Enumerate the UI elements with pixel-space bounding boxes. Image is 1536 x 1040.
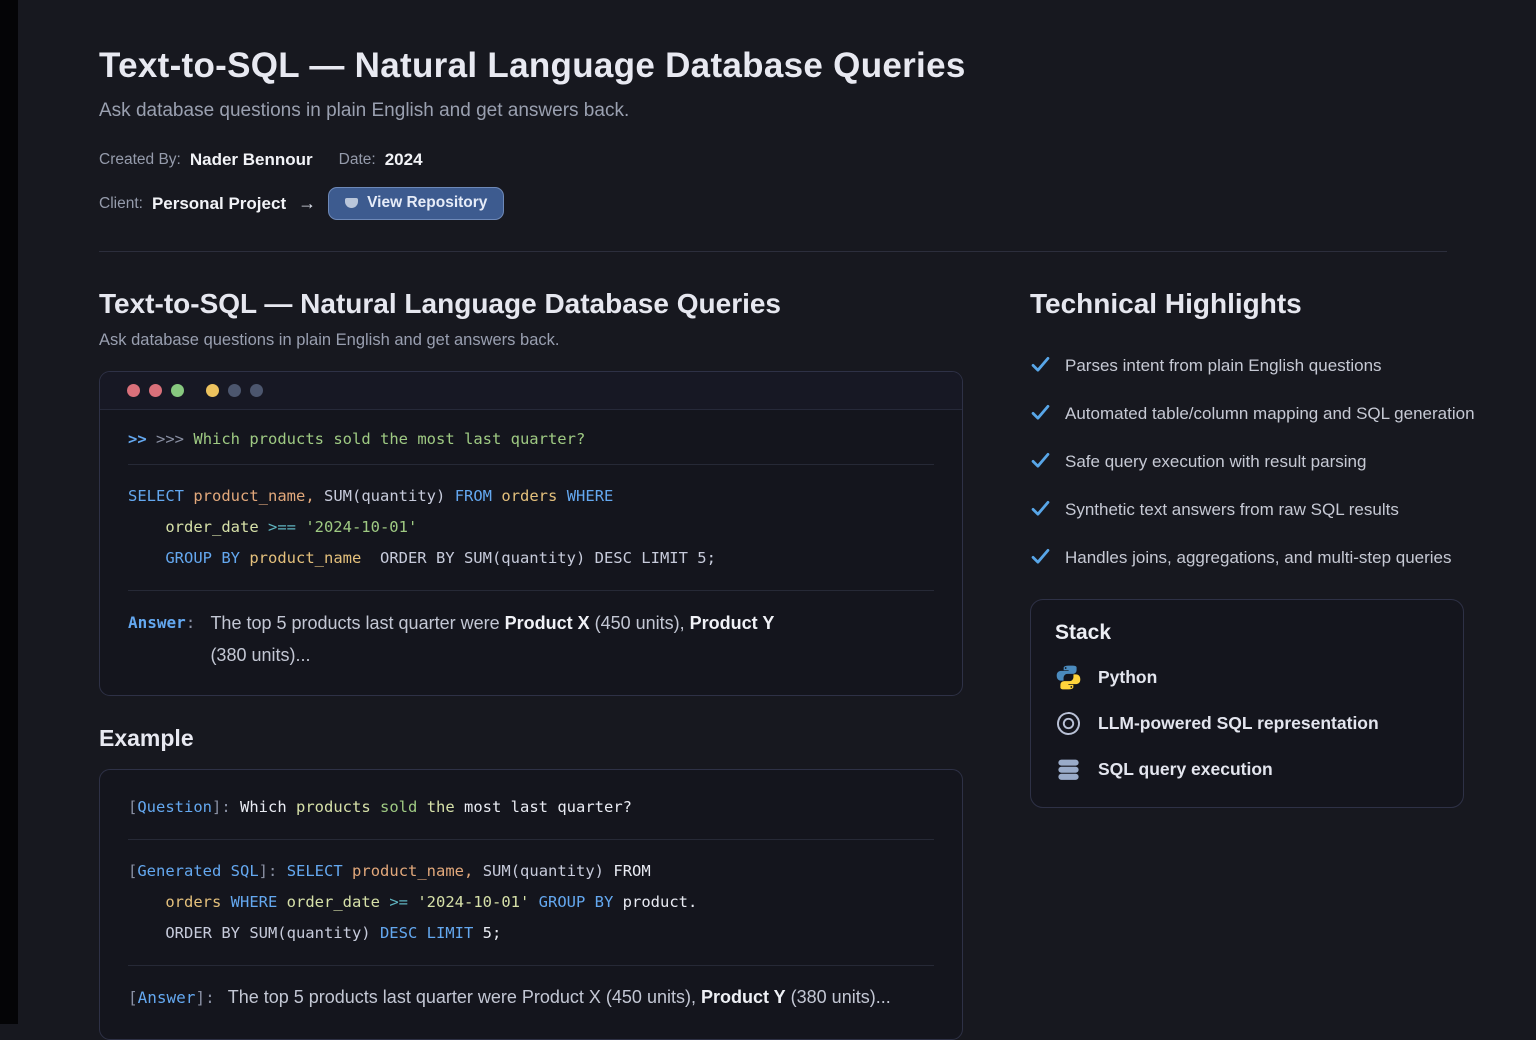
window-dot-slate-2 [250, 384, 263, 397]
stack-title: Stack [1055, 621, 1439, 645]
check-icon [1030, 498, 1051, 519]
highlight-item: Safe query execution with result parsing [1030, 447, 1512, 476]
arrow-right-icon: → [298, 193, 316, 214]
terminal-sql-line-2: order_date >== '2024-10-01' [128, 512, 934, 543]
created-by-label: Created By: [99, 151, 181, 169]
window-dot-slate-1 [228, 384, 241, 397]
terminal-window-body: >> >>> Which products sold the most last… [100, 410, 962, 695]
view-repository-button[interactable]: View Repository [328, 187, 504, 220]
terminal-answer-label: Answer: [128, 607, 195, 671]
database-icon [1055, 756, 1082, 783]
stack-item-label: LLM-powered SQL representation [1098, 713, 1379, 734]
stack-item-sql: SQL query execution [1055, 756, 1439, 783]
terminal-separator-1 [128, 464, 934, 465]
client-value: Personal Project [152, 194, 286, 214]
example-question-line: [Question]: Which products sold the most… [128, 792, 934, 823]
example-separator-1 [128, 839, 934, 840]
example-answer-label: [Answer]: [128, 982, 215, 1013]
example-sql-line-3: ORDER BY SUM(quantity) DESC LIMIT 5; [128, 918, 934, 949]
window-dot-red-1 [127, 384, 140, 397]
terminal-answer-row: Answer: The top 5 products last quarter … [128, 607, 934, 671]
terminal-window: >> >>> Which products sold the most last… [99, 371, 963, 696]
check-icon [1030, 354, 1051, 375]
highlight-text: Parses intent from plain English questio… [1065, 351, 1382, 380]
stack-item-label: SQL query execution [1098, 759, 1273, 780]
header-divider [99, 251, 1447, 252]
highlight-item: Handles joins, aggregations, and multi-s… [1030, 543, 1512, 572]
highlight-item: Automated table/column mapping and SQL g… [1030, 399, 1512, 428]
check-icon [1030, 546, 1051, 567]
client-row: Client: Personal Project → View Reposito… [99, 187, 1511, 220]
python-icon [1055, 664, 1082, 691]
terminal-answer-text: The top 5 products last quarter were Pro… [210, 607, 808, 671]
example-answer-text: The top 5 products last quarter were Pro… [228, 982, 891, 1013]
example-heading: Example [99, 725, 963, 752]
check-icon [1030, 450, 1051, 471]
highlight-item: Parses intent from plain English questio… [1030, 351, 1512, 380]
repository-icon [345, 198, 358, 208]
main-column: Text-to-SQL — Natural Language Database … [99, 288, 963, 1040]
highlights-title: Technical Highlights [1030, 288, 1512, 320]
terminal-window-header [100, 372, 962, 410]
aside-column: Technical Highlights Parses intent from … [1030, 288, 1512, 1040]
highlight-text: Safe query execution with result parsing [1065, 447, 1366, 476]
example-answer-row: [Answer]: The top 5 products last quarte… [128, 982, 934, 1013]
llm-swirl-icon [1055, 710, 1082, 737]
page-subtitle: Ask database questions in plain English … [99, 100, 1511, 122]
terminal-prompt-line: >> >>> Which products sold the most last… [128, 426, 934, 448]
client-label: Client: [99, 195, 143, 213]
section-subtitle: Ask database questions in plain English … [99, 331, 963, 350]
terminal-separator-2 [128, 590, 934, 591]
example-sql-line-1: [Generated SQL]: SELECT product_name, SU… [128, 856, 934, 887]
check-icon [1030, 402, 1051, 423]
meta-row: Created By: Nader Bennour Date: 2024 [99, 150, 1511, 170]
highlight-text: Automated table/column mapping and SQL g… [1065, 399, 1475, 428]
example-box: [Question]: Which products sold the most… [99, 769, 963, 1040]
window-dot-red-2 [149, 384, 162, 397]
date-label: Date: [339, 151, 376, 169]
page-title: Text-to-SQL — Natural Language Database … [99, 46, 1511, 86]
stack-item-llm: LLM-powered SQL representation [1055, 710, 1439, 737]
page-left-edge [0, 0, 18, 1024]
stack-item-label: Python [1098, 667, 1157, 688]
project-page: Text-to-SQL — Natural Language Database … [0, 0, 1536, 1040]
stack-card: Stack Python [1030, 599, 1464, 808]
window-dot-green [171, 384, 184, 397]
date-value: 2024 [385, 150, 423, 170]
window-dot-yellow [206, 384, 219, 397]
example-sql-line-2: orders WHERE order_date >= '2024-10-01' … [128, 887, 934, 918]
example-separator-2 [128, 965, 934, 966]
view-repository-label: View Repository [367, 194, 487, 212]
highlight-item: Synthetic text answers from raw SQL resu… [1030, 495, 1512, 524]
highlight-text: Handles joins, aggregations, and multi-s… [1065, 543, 1452, 572]
highlight-text: Synthetic text answers from raw SQL resu… [1065, 495, 1399, 524]
highlights-list: Parses intent from plain English questio… [1030, 351, 1512, 572]
stack-item-python: Python [1055, 664, 1439, 691]
terminal-sql-line-3: GROUP BY product_name ORDER BY SUM(quant… [128, 543, 934, 574]
terminal-sql-line-1: SELECT product_name, SUM(quantity) FROM … [128, 481, 934, 512]
section-title: Text-to-SQL — Natural Language Database … [99, 288, 963, 320]
created-by-value: Nader Bennour [190, 150, 313, 170]
